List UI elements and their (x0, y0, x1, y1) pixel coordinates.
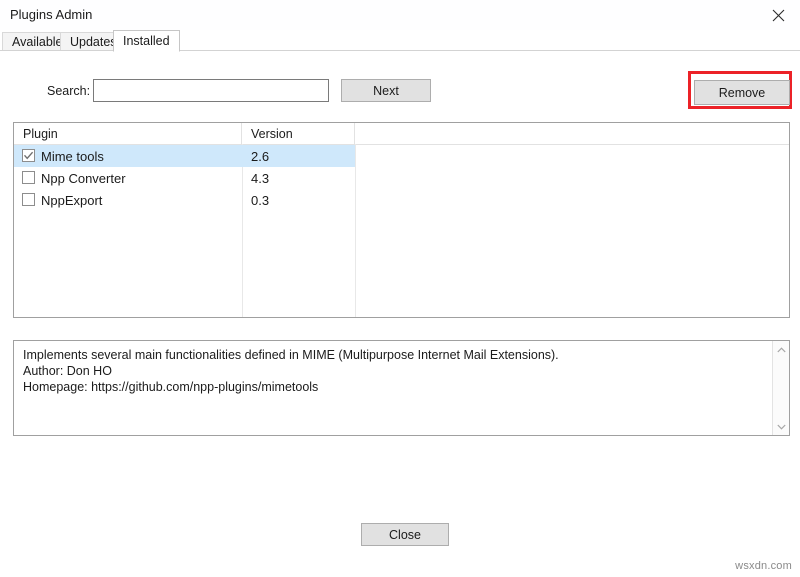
search-label: Search: (47, 84, 90, 98)
chevron-up-icon[interactable] (773, 341, 790, 358)
tab-updates-label: Updates (70, 35, 117, 49)
tab-available-label: Available (12, 35, 63, 49)
tab-installed-label: Installed (123, 34, 170, 48)
remove-button[interactable]: Remove (694, 80, 790, 105)
close-button-label: Close (389, 528, 421, 542)
window-title: Plugins Admin (10, 7, 92, 22)
close-button[interactable]: Close (361, 523, 449, 546)
remove-button-label: Remove (719, 86, 766, 100)
row-plugin-version: 0.3 (251, 189, 269, 211)
next-button-label: Next (373, 84, 399, 98)
column-header-extra[interactable] (355, 123, 789, 144)
title-bar: Plugins Admin (0, 0, 800, 30)
plugin-list[interactable]: Plugin Version Mime tools 2.6 Npp Conver… (13, 122, 790, 318)
close-icon[interactable] (756, 0, 800, 30)
chevron-down-icon[interactable] (773, 418, 790, 435)
row-plugin-version: 4.3 (251, 167, 269, 189)
description-scrollbar[interactable] (772, 341, 789, 435)
table-row[interactable]: Mime tools 2.6 (14, 145, 355, 167)
plugin-description-text: Implements several main functionalities … (23, 347, 753, 395)
column-header-version[interactable]: Version (242, 123, 355, 144)
row-checkbox-unchecked[interactable] (22, 193, 35, 206)
next-button[interactable]: Next (341, 79, 431, 102)
tab-installed[interactable]: Installed (113, 30, 180, 52)
row-plugin-name: Mime tools (41, 145, 104, 167)
column-divider (355, 144, 356, 318)
plugin-list-header: Plugin Version (14, 123, 789, 145)
table-row[interactable]: Npp Converter 4.3 (14, 167, 355, 189)
row-plugin-name: Npp Converter (41, 167, 126, 189)
row-checkbox-unchecked[interactable] (22, 171, 35, 184)
scrollbar-track[interactable] (773, 358, 790, 418)
row-checkbox-checked[interactable] (22, 149, 35, 162)
plugin-description-panel: Implements several main functionalities … (13, 340, 790, 436)
watermark: wsxdn.com (735, 560, 792, 572)
row-plugin-name: NppExport (41, 189, 102, 211)
row-plugin-version: 2.6 (251, 145, 269, 167)
remove-button-highlight: Remove (688, 71, 792, 109)
search-input[interactable] (93, 79, 329, 102)
tab-strip: Available Updates Installed (0, 30, 800, 51)
column-header-plugin[interactable]: Plugin (14, 123, 242, 144)
table-row[interactable]: NppExport 0.3 (14, 189, 355, 211)
plugins-admin-window: Plugins Admin Available Updates Installe… (0, 0, 800, 577)
